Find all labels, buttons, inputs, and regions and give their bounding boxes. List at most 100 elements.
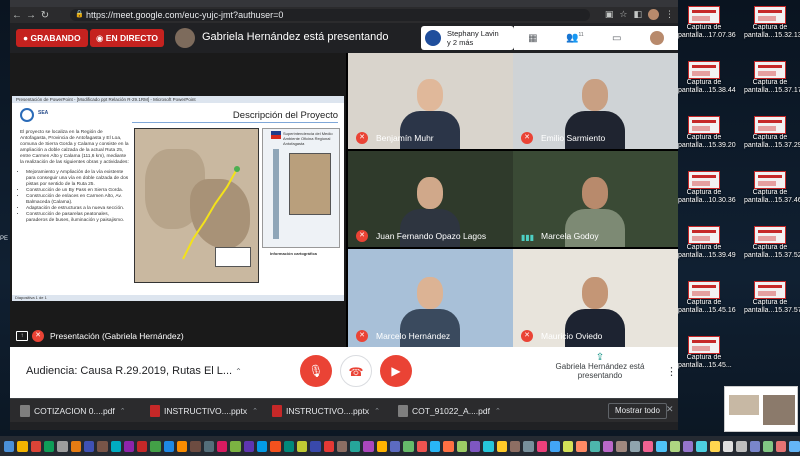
desktop-file[interactable]: Captura de pantalla...17.07.36 — [678, 6, 736, 40]
dock-app-icon[interactable] — [789, 440, 800, 452]
dock-app-icon[interactable] — [430, 440, 441, 452]
dock-app-icon[interactable] — [722, 440, 734, 452]
dock-app-icon[interactable] — [682, 440, 694, 452]
dock-app-icon[interactable] — [17, 440, 28, 452]
extension-icon[interactable]: ◧ — [633, 9, 642, 20]
screenshot-preview-thumbnail[interactable] — [724, 386, 798, 432]
dock-app-icon[interactable] — [629, 440, 640, 452]
recording-button[interactable]: ● GRABANDO — [16, 29, 88, 47]
url-field[interactable]: 🔒 https://meet.google.com/euc-yujc-jmt?a… — [70, 9, 590, 21]
download-item[interactable]: INSTRUCTIVO....pptx ⌃ — [272, 403, 380, 419]
dock-app-icon[interactable] — [123, 440, 135, 452]
dock-app-icon[interactable] — [350, 440, 361, 452]
presentation-tile[interactable]: Presentación de PowerPoint - [Modificado… — [10, 53, 346, 347]
dock-app-icon[interactable] — [283, 440, 294, 452]
forward-icon[interactable]: → — [24, 10, 38, 21]
dock-app-icon[interactable] — [669, 440, 680, 452]
dock-app-icon[interactable] — [217, 440, 228, 452]
dock-app-icon[interactable] — [643, 440, 654, 452]
dock-app-icon[interactable] — [323, 440, 334, 452]
dock-app-icon[interactable] — [589, 440, 601, 452]
desktop-file[interactable]: Captura de pantalla...15.37.17 — [744, 61, 800, 95]
hang-up-button[interactable]: ☎ — [340, 355, 372, 387]
dock-app-icon[interactable] — [70, 440, 81, 452]
dock-app-icon[interactable] — [603, 440, 614, 452]
dock-app-icon[interactable] — [523, 440, 534, 452]
desktop-file[interactable]: Captura de pantalla...15.37.46 — [744, 171, 800, 205]
camera-icon[interactable]: ▣ — [605, 9, 614, 20]
desktop-file[interactable]: Captura de pantalla...15.37.29 — [744, 116, 800, 150]
chevron-up-icon[interactable]: ⌃ — [120, 407, 126, 415]
participant-tile[interactable]: ✕ Emilio Sarmiento — [513, 53, 678, 149]
participant-notification[interactable]: Stephany Lavin y 2 más — [421, 26, 514, 50]
dock-app-icon[interactable] — [336, 440, 348, 452]
dock-app-icon[interactable] — [97, 440, 108, 452]
menu-dots-icon[interactable]: ⋮ — [665, 9, 674, 20]
participant-tile[interactable]: ✕ Marcelo Hernández — [348, 249, 513, 347]
download-item[interactable]: INSTRUCTIVO....pptx ⌃ — [150, 403, 258, 419]
dock-app-icon[interactable] — [416, 440, 427, 452]
participant-tile[interactable]: ✕ Juan Fernando Opazo Lagos — [348, 151, 513, 247]
more-options-icon[interactable]: ⋮ — [666, 365, 677, 378]
chevron-up-icon[interactable]: ⌃ — [495, 407, 501, 415]
dock-app-icon[interactable] — [270, 440, 281, 452]
chevron-up-icon[interactable]: ⌃ — [252, 407, 258, 415]
dock-app-icon[interactable] — [549, 440, 561, 452]
download-item[interactable]: COTIZACION 0....pdf ⌃ — [20, 403, 126, 419]
close-downloads-icon[interactable]: ✕ — [666, 404, 674, 415]
dock-app-icon[interactable] — [390, 440, 401, 452]
dock-app-icon[interactable] — [4, 440, 15, 452]
participant-tile[interactable]: ✕ Mauricio Oviedo — [513, 249, 678, 347]
dock-app-icon[interactable] — [363, 440, 374, 452]
dock-app-icon[interactable] — [296, 440, 308, 452]
dock-app-icon[interactable] — [483, 440, 494, 452]
dock-app-icon[interactable] — [150, 440, 161, 452]
dock-app-icon[interactable] — [776, 440, 787, 452]
reload-icon[interactable]: ↻ — [38, 10, 52, 21]
grid-layout-icon[interactable]: ▦ — [528, 33, 537, 44]
dock-app-icon[interactable] — [243, 440, 254, 452]
mic-toggle-button[interactable]: 🎙 — [300, 355, 332, 387]
desktop-file[interactable]: Captura de pantalla...15.39.49 — [678, 226, 736, 260]
back-icon[interactable]: ← — [10, 10, 24, 21]
download-item[interactable]: COT_91022_A....pdf ⌃ — [398, 403, 501, 419]
camera-toggle-button[interactable]: ▶ — [380, 355, 412, 387]
dock-app-icon[interactable] — [469, 440, 481, 452]
dock-app-icon[interactable] — [509, 440, 521, 452]
chevron-up-icon[interactable]: ⌃ — [374, 407, 380, 415]
dock-app-icon[interactable] — [43, 440, 55, 452]
dock-app-icon[interactable] — [230, 440, 241, 452]
dock-app-icon[interactable] — [736, 440, 747, 452]
dock-app-icon[interactable] — [762, 440, 774, 452]
dock-app-icon[interactable] — [443, 440, 454, 452]
dock-app-icon[interactable] — [310, 440, 321, 452]
dock-app-icon[interactable] — [177, 440, 188, 452]
profile-avatar[interactable] — [648, 9, 659, 20]
present-status[interactable]: ⇪ Gabriela Hernández está presentando — [555, 353, 645, 381]
dock-app-icon[interactable] — [616, 440, 627, 452]
dock-app-icon[interactable] — [110, 440, 121, 452]
participant-tile[interactable]: ▮▮▮ Marcela Godoy — [513, 151, 678, 247]
participant-tile[interactable]: ✕ Benjamín Muhr — [348, 53, 513, 149]
dock-app-icon[interactable] — [656, 440, 667, 452]
show-all-downloads-button[interactable]: Mostrar todo — [608, 403, 667, 419]
meeting-name[interactable]: Audiencia: Causa R.29.2019, Rutas El L..… — [26, 365, 242, 377]
star-icon[interactable]: ☆ — [619, 9, 627, 20]
dock-app-icon[interactable] — [536, 440, 547, 452]
dock-app-icon[interactable] — [256, 440, 268, 452]
dock-app-icon[interactable] — [30, 440, 41, 452]
dock-app-icon[interactable] — [57, 440, 68, 452]
dock-app-icon[interactable] — [163, 440, 175, 452]
people-icon[interactable]: 👥11 — [566, 32, 584, 43]
dock-app-icon[interactable] — [456, 440, 467, 452]
dock-app-icon[interactable] — [83, 440, 95, 452]
dock-app-icon[interactable] — [403, 440, 414, 452]
dock-app-icon[interactable] — [496, 440, 507, 452]
dock-app-icon[interactable] — [709, 440, 720, 452]
desktop-file[interactable]: Captura de pantalla...15.37.57 — [744, 281, 800, 315]
dock-app-icon[interactable] — [563, 440, 574, 452]
dock-app-icon[interactable] — [203, 440, 214, 452]
dock-app-icon[interactable] — [696, 440, 707, 452]
live-button[interactable]: ◉ EN DIRECTO — [90, 29, 165, 47]
dock-app-icon[interactable] — [749, 440, 760, 452]
